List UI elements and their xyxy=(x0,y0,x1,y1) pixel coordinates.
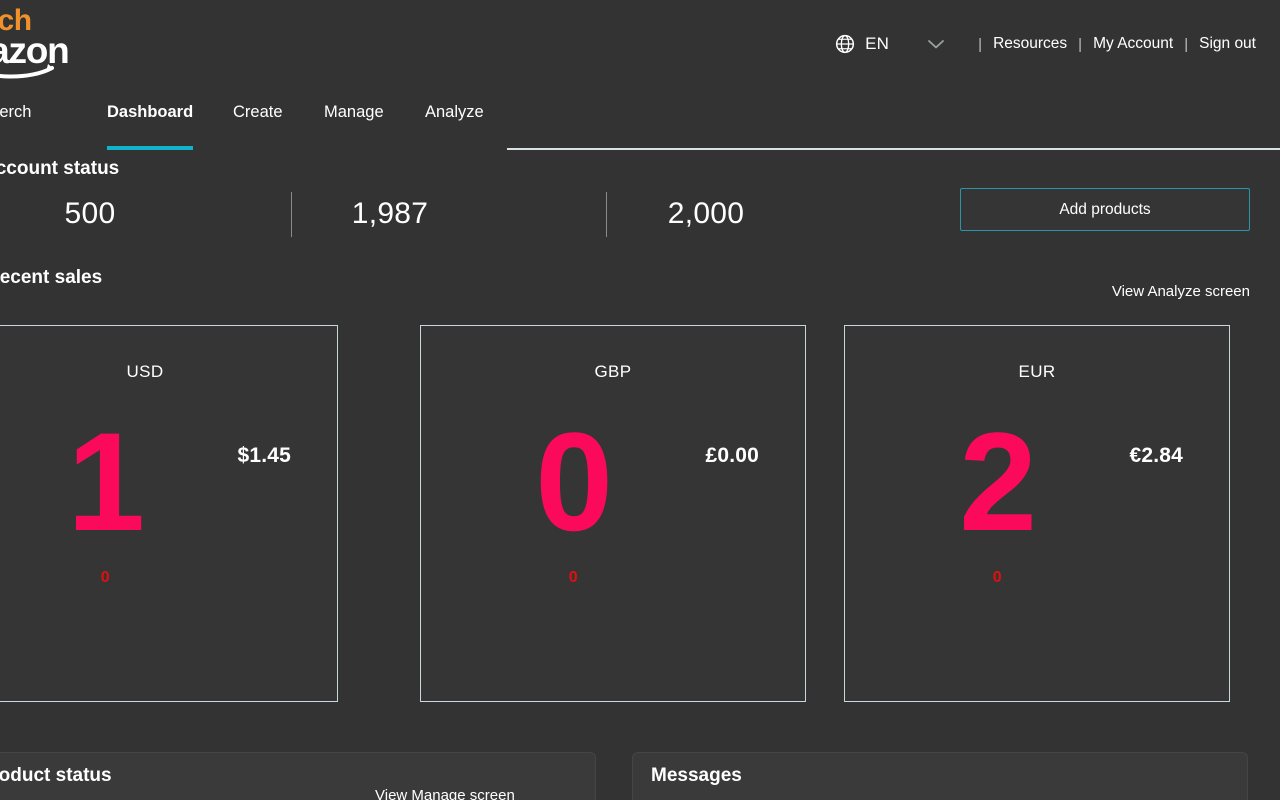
tab-bar-rule xyxy=(507,148,1280,150)
view-analyze-screen-link[interactable]: View Analyze screen xyxy=(1112,283,1250,300)
globe-icon[interactable] xyxy=(835,34,855,54)
account-status-stats: 500 1,987 2,000 xyxy=(0,186,940,242)
nav-link-sign-out[interactable]: Sign out xyxy=(1199,35,1256,53)
view-manage-screen-link[interactable]: View Manage screen xyxy=(375,787,515,800)
sales-card-usd: USD 1 $1.45 0 xyxy=(0,325,338,702)
card-currency-label: USD xyxy=(0,362,337,382)
nav-link-resources[interactable]: Resources xyxy=(993,35,1067,53)
amazon-swoosh-icon xyxy=(0,62,56,80)
main-tab-bar: ettyMerch Dashboard Create Manage Analyz… xyxy=(0,104,1280,152)
tab-ettymerch[interactable]: ettyMerch xyxy=(0,104,31,150)
recent-sales-title: Recent sales xyxy=(0,267,102,289)
tab-label: Manage xyxy=(324,103,384,121)
stat-value-1: 500 xyxy=(0,186,180,242)
language-code[interactable]: EN xyxy=(865,34,889,54)
language-dropdown-toggle[interactable] xyxy=(923,31,949,57)
recent-sales-cards: USD 1 $1.45 0 GBP 0 £0.00 0 EUR 2 €2.84 … xyxy=(0,325,1280,703)
card-returns-count: 0 xyxy=(937,569,1057,587)
nav-separator-1: | xyxy=(978,36,982,53)
add-products-button[interactable]: Add products xyxy=(960,188,1250,231)
card-currency-label: GBP xyxy=(421,362,805,382)
tab-analyze[interactable]: Analyze xyxy=(425,104,484,150)
tab-label: Dashboard xyxy=(107,103,193,121)
stat-value-3: 2,000 xyxy=(616,186,796,242)
nav-link-my-account[interactable]: My Account xyxy=(1093,35,1173,53)
tab-label: Analyze xyxy=(425,103,484,121)
sales-card-eur: EUR 2 €2.84 0 xyxy=(844,325,1230,702)
panel-header: Messages xyxy=(633,753,1247,800)
tab-create[interactable]: Create xyxy=(233,104,283,150)
tab-dashboard[interactable]: Dashboard xyxy=(107,104,193,150)
chevron-down-icon xyxy=(927,38,945,50)
card-returns-count: 0 xyxy=(513,569,633,587)
nav-separator-2: | xyxy=(1078,36,1082,53)
tab-active-underline xyxy=(107,146,193,150)
account-status-title: Account status xyxy=(0,158,119,180)
tab-manage[interactable]: Manage xyxy=(324,104,384,150)
messages-title: Messages xyxy=(651,765,742,787)
top-navigation: EN | Resources | My Account | Sign out xyxy=(835,30,1256,58)
stat-value-2: 1,987 xyxy=(300,186,480,242)
tab-label: ettyMerch xyxy=(0,103,31,121)
card-sales-count: 2 xyxy=(937,412,1057,552)
card-sales-amount: $1.45 xyxy=(237,444,291,468)
top-bar: merch amazon EN | Resources xyxy=(0,0,1280,96)
panel-header: Recent product status View Manage screen xyxy=(0,753,595,800)
card-currency-label: EUR xyxy=(845,362,1229,382)
nav-separator-3: | xyxy=(1184,36,1188,53)
card-sales-count: 0 xyxy=(513,412,633,552)
sales-card-gbp: GBP 0 £0.00 0 xyxy=(420,325,806,702)
card-sales-count: 1 xyxy=(45,412,165,552)
card-sales-amount: €2.84 xyxy=(1129,444,1183,468)
card-sales-amount: £0.00 xyxy=(705,444,759,468)
messages-panel: Messages xyxy=(632,752,1248,800)
recent-product-status-panel: Recent product status View Manage screen xyxy=(0,752,596,800)
merch-amazon-logo[interactable]: merch amazon xyxy=(0,6,118,86)
recent-product-status-title: Recent product status xyxy=(0,765,112,787)
tab-label: Create xyxy=(233,103,283,121)
stat-divider-1 xyxy=(291,192,292,237)
stat-divider-2 xyxy=(606,192,607,237)
card-returns-count: 0 xyxy=(45,569,165,587)
merch-amazon-dashboard-page: merch amazon EN | Resources xyxy=(0,0,1280,800)
